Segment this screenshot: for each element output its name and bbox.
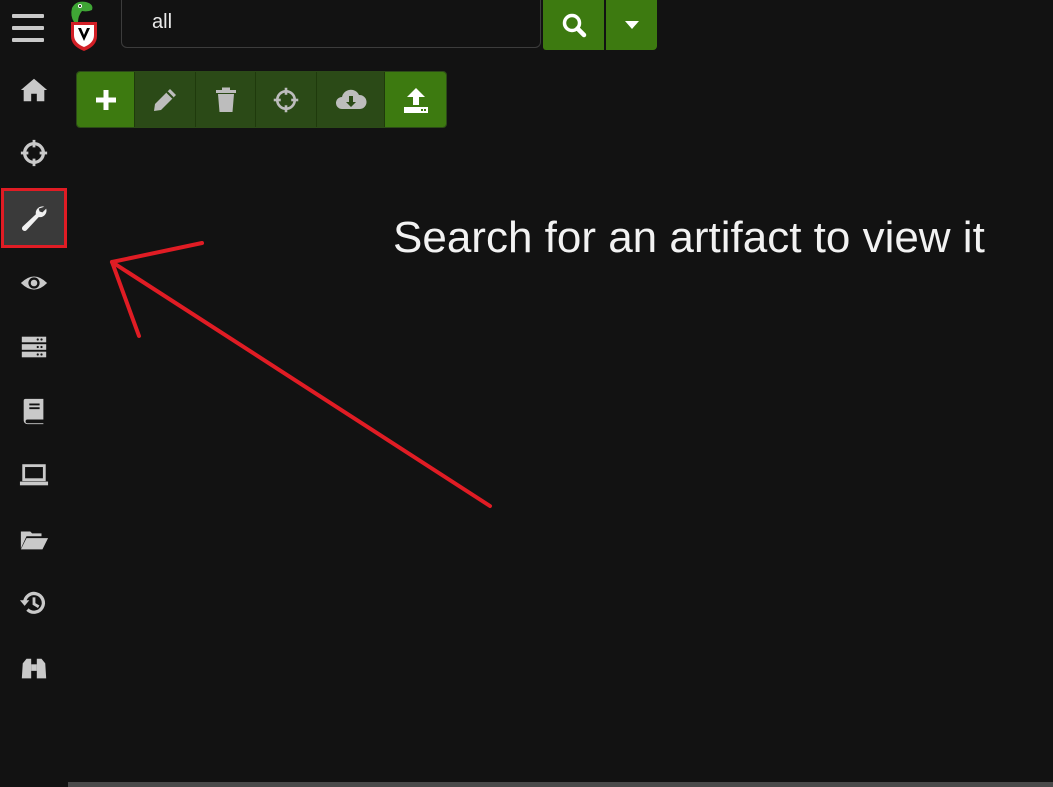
wrench-icon: [21, 206, 47, 231]
sidebar-item-files[interactable]: [3, 510, 65, 568]
velociraptor-logo[interactable]: [64, 0, 104, 52]
sidebar-item-hunt[interactable]: [3, 124, 65, 182]
red-arrow-annotation: [110, 241, 492, 508]
sidebar-item-history[interactable]: [3, 574, 65, 632]
empty-state-message: Search for an artifact to view it: [393, 213, 985, 262]
sidebar: [0, 0, 68, 787]
folder-open-icon: [20, 531, 49, 550]
search-options-dropdown-button[interactable]: [606, 0, 657, 50]
hamburger-menu-icon[interactable]: [8, 8, 48, 48]
search-button[interactable]: [543, 0, 604, 50]
add-artifact-button[interactable]: [77, 72, 135, 127]
search-input[interactable]: [121, 0, 541, 48]
book-icon: [23, 398, 44, 425]
binoculars-icon: [21, 658, 47, 679]
sidebar-item-clients[interactable]: [3, 446, 65, 504]
delete-artifact-button[interactable]: [196, 72, 256, 127]
eye-icon: [20, 276, 48, 290]
history-icon: [19, 591, 46, 614]
cloud-download-icon: [335, 89, 367, 109]
pencil-icon: [154, 88, 176, 111]
caret-down-icon: [624, 21, 639, 29]
sidebar-item-artifacts[interactable]: [1, 188, 67, 248]
upload-artifact-button[interactable]: [385, 72, 446, 127]
server-icon: [21, 336, 47, 358]
sidebar-item-notebooks[interactable]: [3, 382, 65, 440]
horizontal-scrollbar[interactable]: [68, 782, 1053, 787]
trash-icon: [215, 87, 236, 112]
download-artifact-button[interactable]: [317, 72, 385, 127]
sidebar-item-search[interactable]: [3, 640, 65, 698]
edit-artifact-button[interactable]: [135, 72, 196, 127]
artifact-toolbar: [76, 71, 447, 128]
search-icon: [562, 13, 586, 38]
sidebar-item-home[interactable]: [3, 61, 65, 119]
plus-icon: [95, 89, 116, 110]
upload-icon: [403, 87, 428, 113]
crosshair-icon: [20, 139, 48, 167]
hunt-artifact-button[interactable]: [256, 72, 317, 127]
home-icon: [20, 78, 48, 102]
sidebar-item-view[interactable]: [3, 254, 65, 312]
crosshair-icon: [273, 87, 299, 112]
laptop-icon: [19, 464, 49, 486]
sidebar-item-servers[interactable]: [3, 318, 65, 376]
